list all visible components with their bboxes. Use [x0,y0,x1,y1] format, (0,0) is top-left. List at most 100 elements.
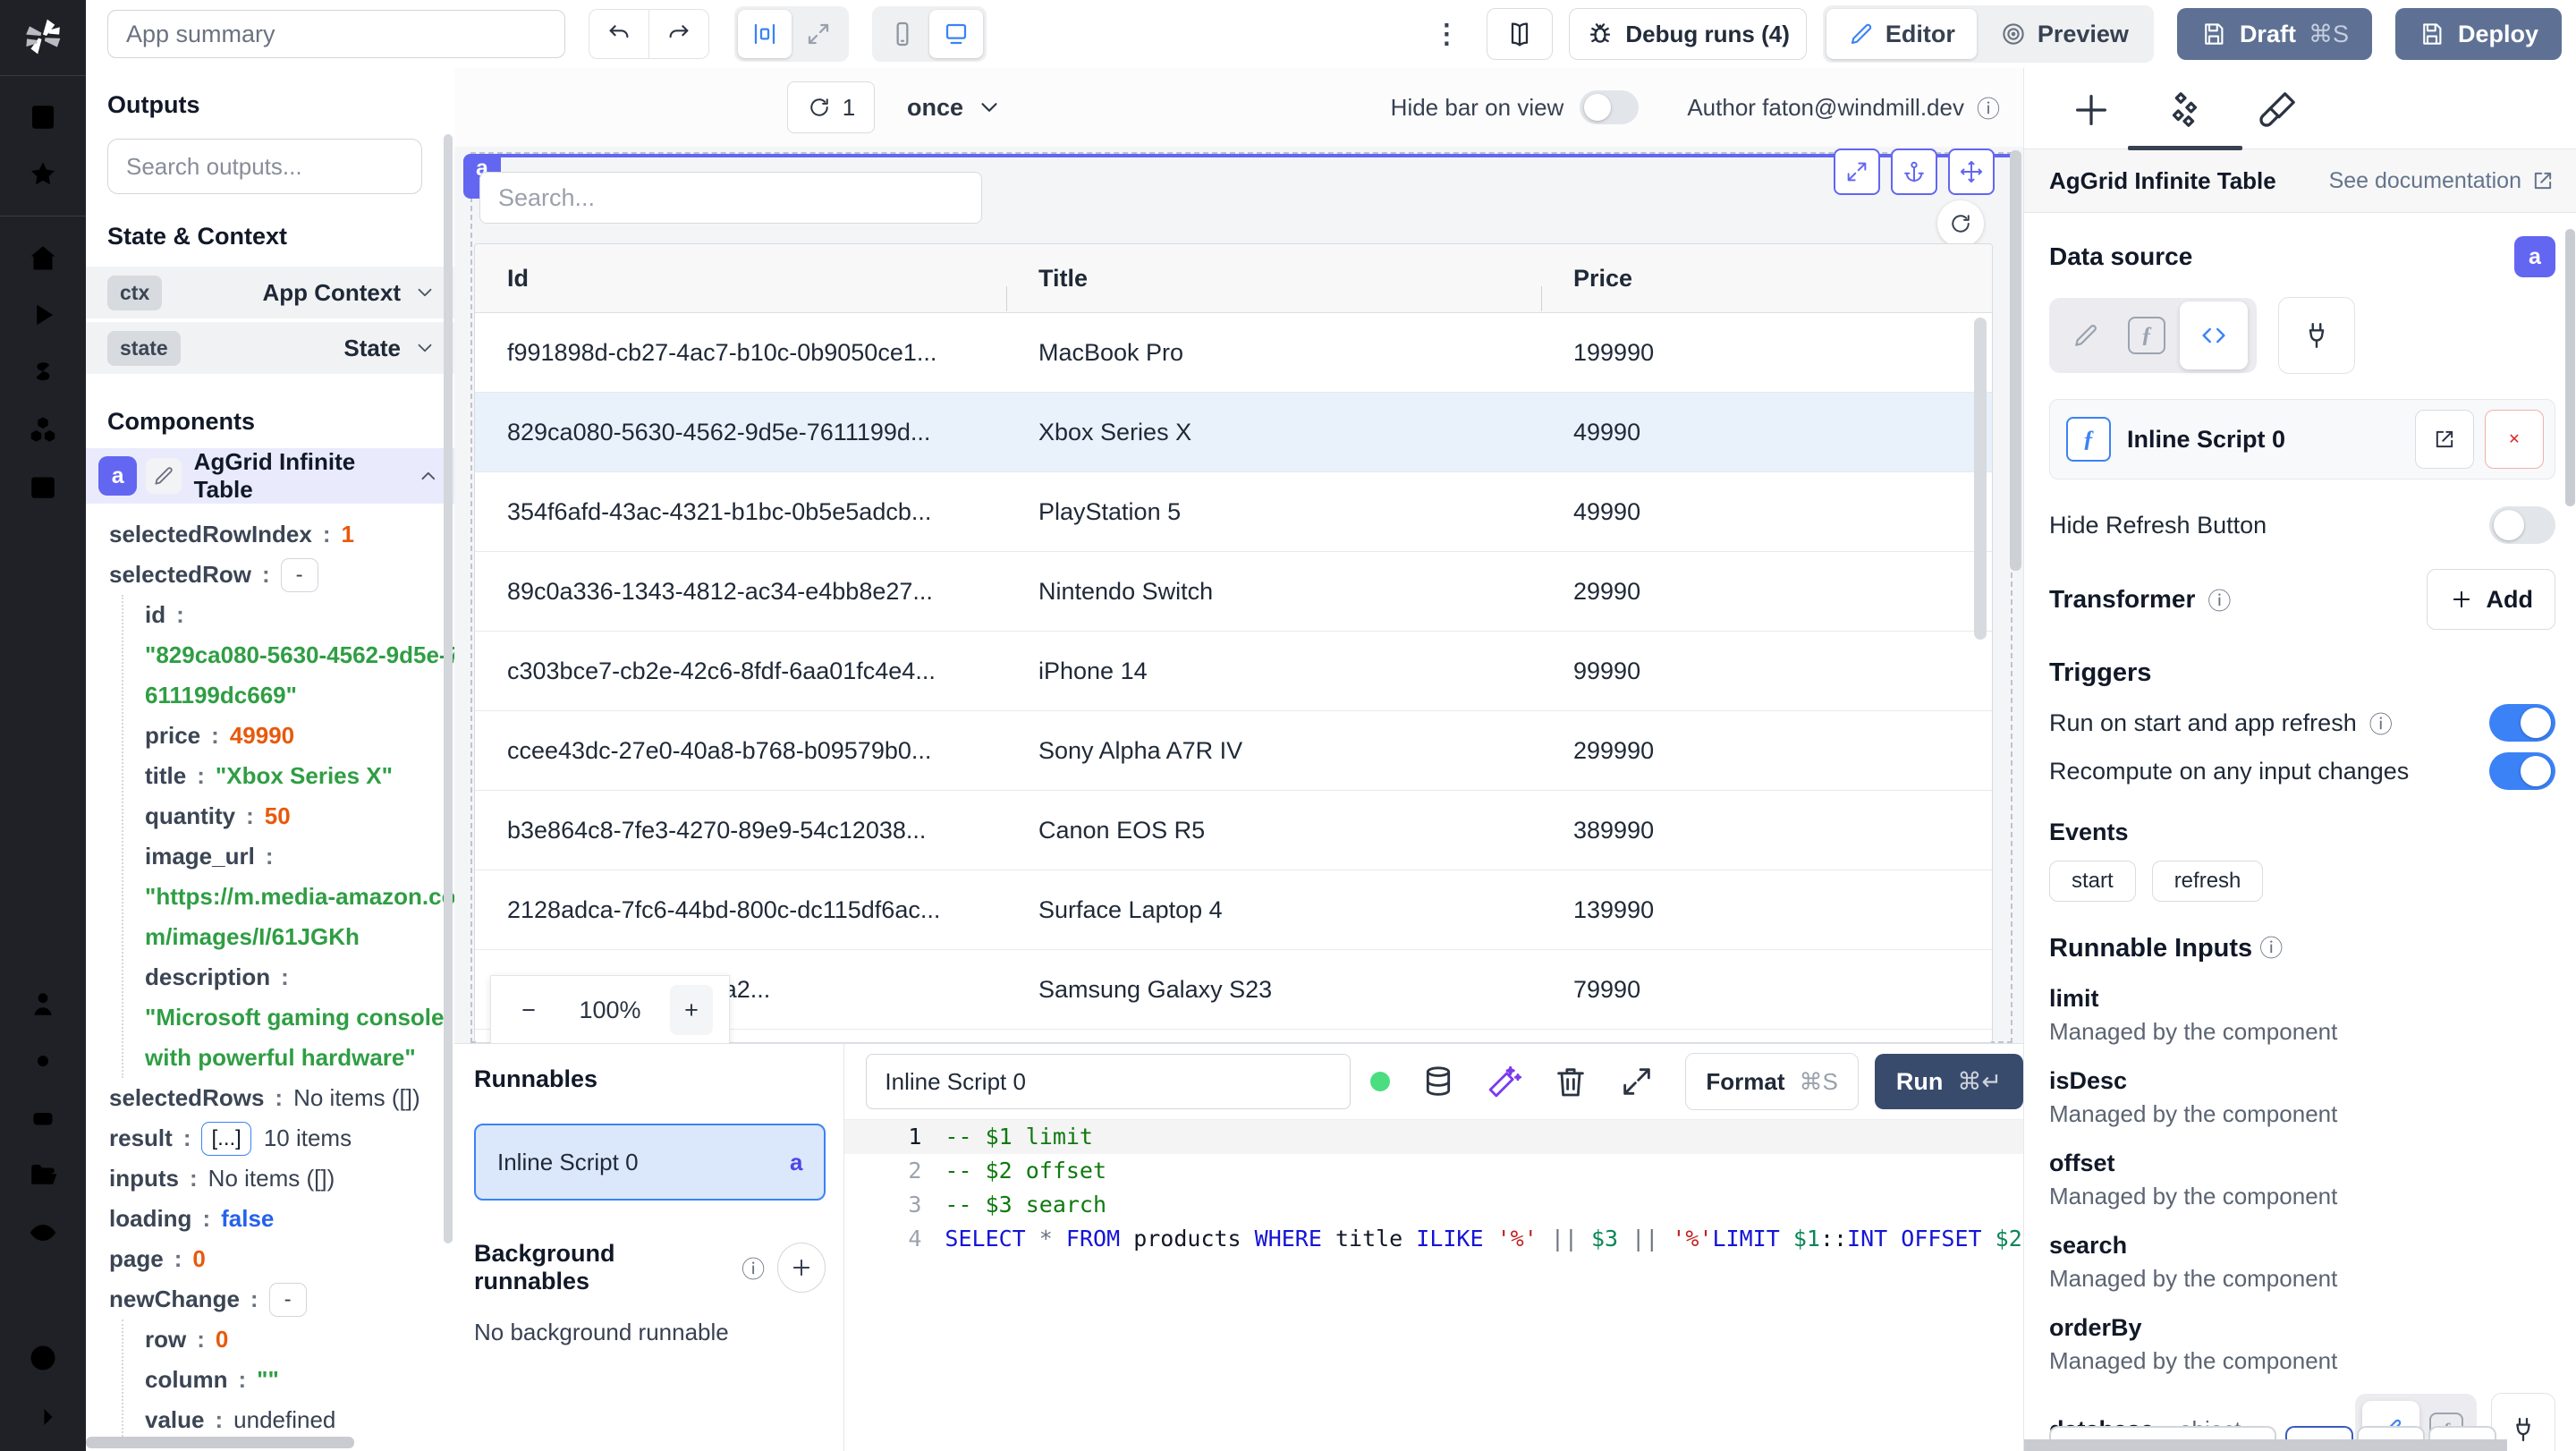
windmill-logo[interactable] [17,11,69,63]
preview-tab[interactable]: Preview [1979,9,2150,59]
hide-bar-toggle[interactable] [1580,90,1640,124]
table-row[interactable]: b3e864c8-7fe3-4270-89e9-54c12038... Cano… [475,791,1992,870]
audit-eye-icon[interactable] [27,1217,59,1249]
table-row[interactable]: 829ca080-5630-4562-9d5e-7611199d... Xbox… [475,393,1992,472]
table-row[interactable]: f991898d-cb27-4ac7-b10c-0b9050ce1... Mac… [475,313,1992,393]
code-area[interactable]: 1 -- $1 limit 2 -- $2 offset 3 -- $3 sea… [844,1120,2103,1451]
insert-component-tab-plus-icon[interactable] [2071,89,2112,131]
expand-editor-icon[interactable] [1619,1064,1655,1099]
component-settings-tab-icon[interactable] [2164,89,2205,131]
static-value-pencil-icon[interactable] [2058,308,2114,363]
table-refresh-button[interactable] [1937,200,1984,247]
info-icon[interactable]: ⓘ [741,1252,765,1285]
tree-item[interactable]: selectedRows: No items ([]) [109,1078,454,1118]
app-canvas[interactable]: a Id Title Price f991898d- [454,147,2023,1043]
move-handle[interactable] [1948,148,1995,195]
deploy-button[interactable]: Deploy [2394,8,2562,60]
app-summary-input[interactable] [107,10,565,58]
settings-gear-icon[interactable] [27,1045,59,1077]
panel-hscrollbar[interactable] [2024,1439,2507,1451]
zoom-out-button[interactable]: − [507,985,550,1035]
tree-item[interactable]: loading: false [109,1199,454,1239]
aggrid-component[interactable]: a Id Title Price f991898d- [463,148,2012,1043]
expand-array-button[interactable]: [...] [201,1121,251,1156]
ai-wand-icon[interactable] [1487,1064,1522,1099]
collapse-button[interactable]: - [280,557,318,592]
more-menu-kebab-icon[interactable]: ⋮ [1433,19,1460,50]
workspace-icon[interactable] [27,101,59,133]
info-icon[interactable]: ⓘ [2207,583,2231,616]
tree-item[interactable]: page:0 [109,1239,454,1279]
column-header-title[interactable]: Title [1006,265,1541,311]
hide-refresh-toggle[interactable] [2489,506,2555,544]
anchor-handle[interactable] [1891,148,1937,195]
docs-book-button[interactable] [1487,8,1554,60]
delete-trash-icon[interactable] [1553,1064,1589,1099]
runs-play-icon[interactable] [27,299,59,331]
table-row[interactable]: ccee43dc-27e0-40a8-b768-b09579b0... Sony… [475,711,1992,791]
resources-cubes-icon[interactable] [27,413,59,445]
undo-button[interactable] [589,10,648,58]
table-row[interactable]: 89c0a336-1343-4812-ac34-e4bb8e27... Nint… [475,552,1992,632]
table-row[interactable]: c303bce7-cb2e-42c6-8fdf-6aa01fc4e4... iP… [475,632,1992,711]
open-script-button[interactable] [2415,410,2474,469]
variables-dollar-icon[interactable] [27,356,59,388]
tree-item[interactable]: inputs: No items ([]) [109,1158,454,1199]
runnable-item[interactable]: Inline Script 0 a [474,1124,826,1201]
connect-plug-button[interactable] [2278,297,2355,374]
collapse-arrow-icon[interactable] [27,1401,59,1433]
info-icon[interactable]: ⓘ [2369,707,2393,740]
table-row[interactable]: 2128adca-7fc6-44bd-800c-dc115df6ac... Su… [475,870,1992,950]
info-icon[interactable]: ⓘ [1977,91,2000,124]
tree-item[interactable]: result: [...] 10 items [109,1118,454,1158]
table-row[interactable]: 354f6afd-43ac-4321-b1bc-0b5e5adcb... Pla… [475,472,1992,552]
tree-item[interactable]: selectedRow : - [109,555,454,595]
table-scrollbar[interactable] [1974,318,1987,640]
tree-item[interactable]: newChange: - [109,1279,454,1319]
fx-expression-icon[interactable]: ƒ [2119,308,2174,363]
center-align-button[interactable] [738,10,792,58]
styling-brush-tab-icon[interactable] [2257,89,2298,131]
fullwidth-button[interactable] [792,10,845,58]
zoom-in-button[interactable]: + [670,985,713,1035]
draft-button[interactable]: Draft ⌘S [2176,8,2372,60]
table-search-input[interactable] [479,172,982,224]
outputs-hscrollbar[interactable] [86,1437,354,1448]
see-documentation-link[interactable]: See documentation [2329,168,2555,194]
users-icon[interactable] [27,988,59,1020]
folders-icon[interactable] [27,1159,59,1192]
add-background-runnable-button[interactable] [777,1243,826,1293]
redo-button[interactable] [648,10,708,58]
home-icon[interactable] [27,242,59,274]
remove-script-button[interactable]: ✕ [2485,410,2544,469]
help-icon[interactable] [27,1342,59,1374]
desktop-view-button[interactable] [929,10,983,58]
outputs-search-input[interactable] [107,139,422,194]
mobile-view-button[interactable] [876,10,929,58]
run-button[interactable]: Run ⌘↵ [1874,1054,2023,1109]
info-icon[interactable]: ⓘ [2259,935,2283,962]
run-on-start-toggle[interactable] [2489,704,2555,742]
column-header-id[interactable]: Id [475,265,1006,293]
canvas-scrollbar[interactable] [2010,150,2021,571]
add-transformer-button[interactable]: Add [2426,569,2555,630]
rename-pencil-icon[interactable] [146,458,182,494]
frequency-dropdown[interactable]: once [907,94,1003,122]
script-name-input[interactable] [866,1054,1352,1109]
component-outputs-header[interactable]: a AgGrid Infinite Table [86,448,454,504]
tree-item[interactable]: selectedRowIndex : 1 [109,514,454,555]
format-button[interactable]: Format ⌘S [1685,1053,1859,1110]
panel-scrollbar[interactable] [2565,229,2575,506]
code-source-button-active[interactable] [2180,301,2248,369]
collapse-button[interactable]: - [268,1282,307,1317]
column-header-price[interactable]: Price [1541,265,1992,311]
favorites-star-icon[interactable] [27,158,59,191]
recompute-toggle[interactable] [2489,752,2555,790]
expand-handle[interactable] [1834,148,1880,195]
debug-runs-button[interactable]: Debug runs (4) [1569,8,1807,60]
outputs-scrollbar[interactable] [444,134,453,1243]
database-icon[interactable] [1420,1064,1456,1099]
workers-robot-icon[interactable] [27,1102,59,1134]
refresh-count-button[interactable]: 1 [787,81,875,133]
ctx-row[interactable]: ctx App Context [86,267,454,318]
